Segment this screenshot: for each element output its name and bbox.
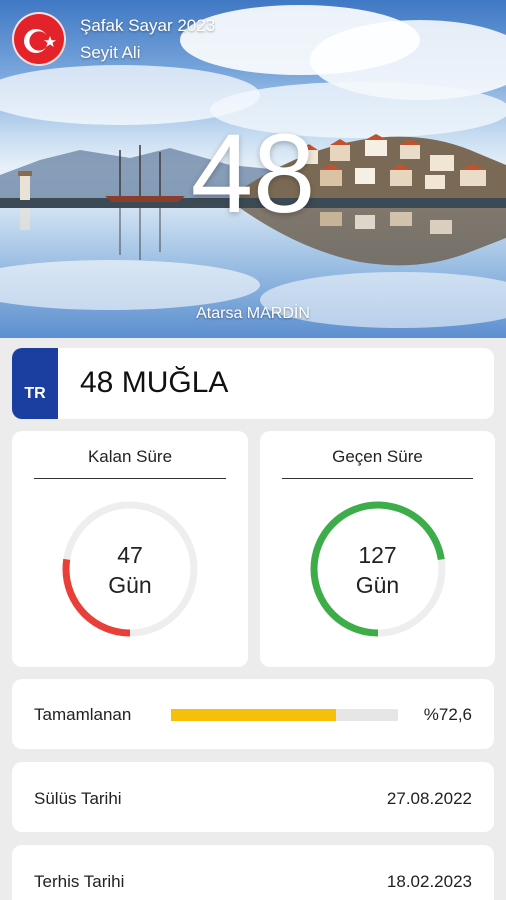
turkish-flag-icon [24, 29, 56, 53]
start-date-card: Sülüs Tarihi 27.08.2022 [12, 762, 494, 832]
discharge-date-label: Terhis Tarihi [34, 872, 125, 891]
user-name: Seyit Ali [80, 43, 141, 62]
divider [282, 478, 473, 479]
completion-bar-track [171, 709, 398, 721]
completion-percent: %72,6 [423, 705, 472, 724]
completion-label: Tamamlanan [34, 705, 132, 724]
location-label: Atarsa MARDİN [196, 305, 310, 322]
elapsed-time-title: Geçen Süre [332, 447, 423, 466]
elapsed-days-value: 127 [358, 542, 397, 568]
remaining-time-card: Kalan Süre 47 Gün [12, 431, 248, 667]
remaining-days-unit: Gün [108, 572, 152, 598]
remaining-days-value: 47 [117, 542, 143, 568]
elapsed-days-unit: Gün [355, 572, 400, 598]
days-left-counter: 48 [190, 111, 316, 236]
app-title: Şafak Sayar 2023 [80, 16, 216, 35]
discharge-date-card: Terhis Tarihi 18.02.2023 [12, 845, 494, 900]
start-date-label: Sülüs Tarihi [34, 789, 122, 808]
header-banner: Şafak Sayar 2023 Seyit Ali 48 Atarsa MAR… [0, 0, 506, 338]
remaining-progress-ring [62, 501, 198, 637]
plate-text: 48 MUĞLA [80, 366, 229, 399]
completion-bar-fill [171, 709, 336, 721]
start-date-value: 27.08.2022 [386, 789, 472, 808]
license-plate-card: TR 48 MUĞLA [12, 348, 494, 419]
profile-avatar[interactable] [12, 12, 66, 66]
country-code-band: TR [12, 348, 58, 419]
completion-card: Tamamlanan %72,6 [12, 679, 494, 749]
elapsed-time-card: Geçen Süre 127 Gün [260, 431, 495, 667]
discharge-date-value: 18.02.2023 [386, 872, 472, 891]
elapsed-progress-ring [310, 501, 446, 637]
remaining-time-title: Kalan Süre [87, 447, 173, 466]
divider [34, 478, 226, 479]
